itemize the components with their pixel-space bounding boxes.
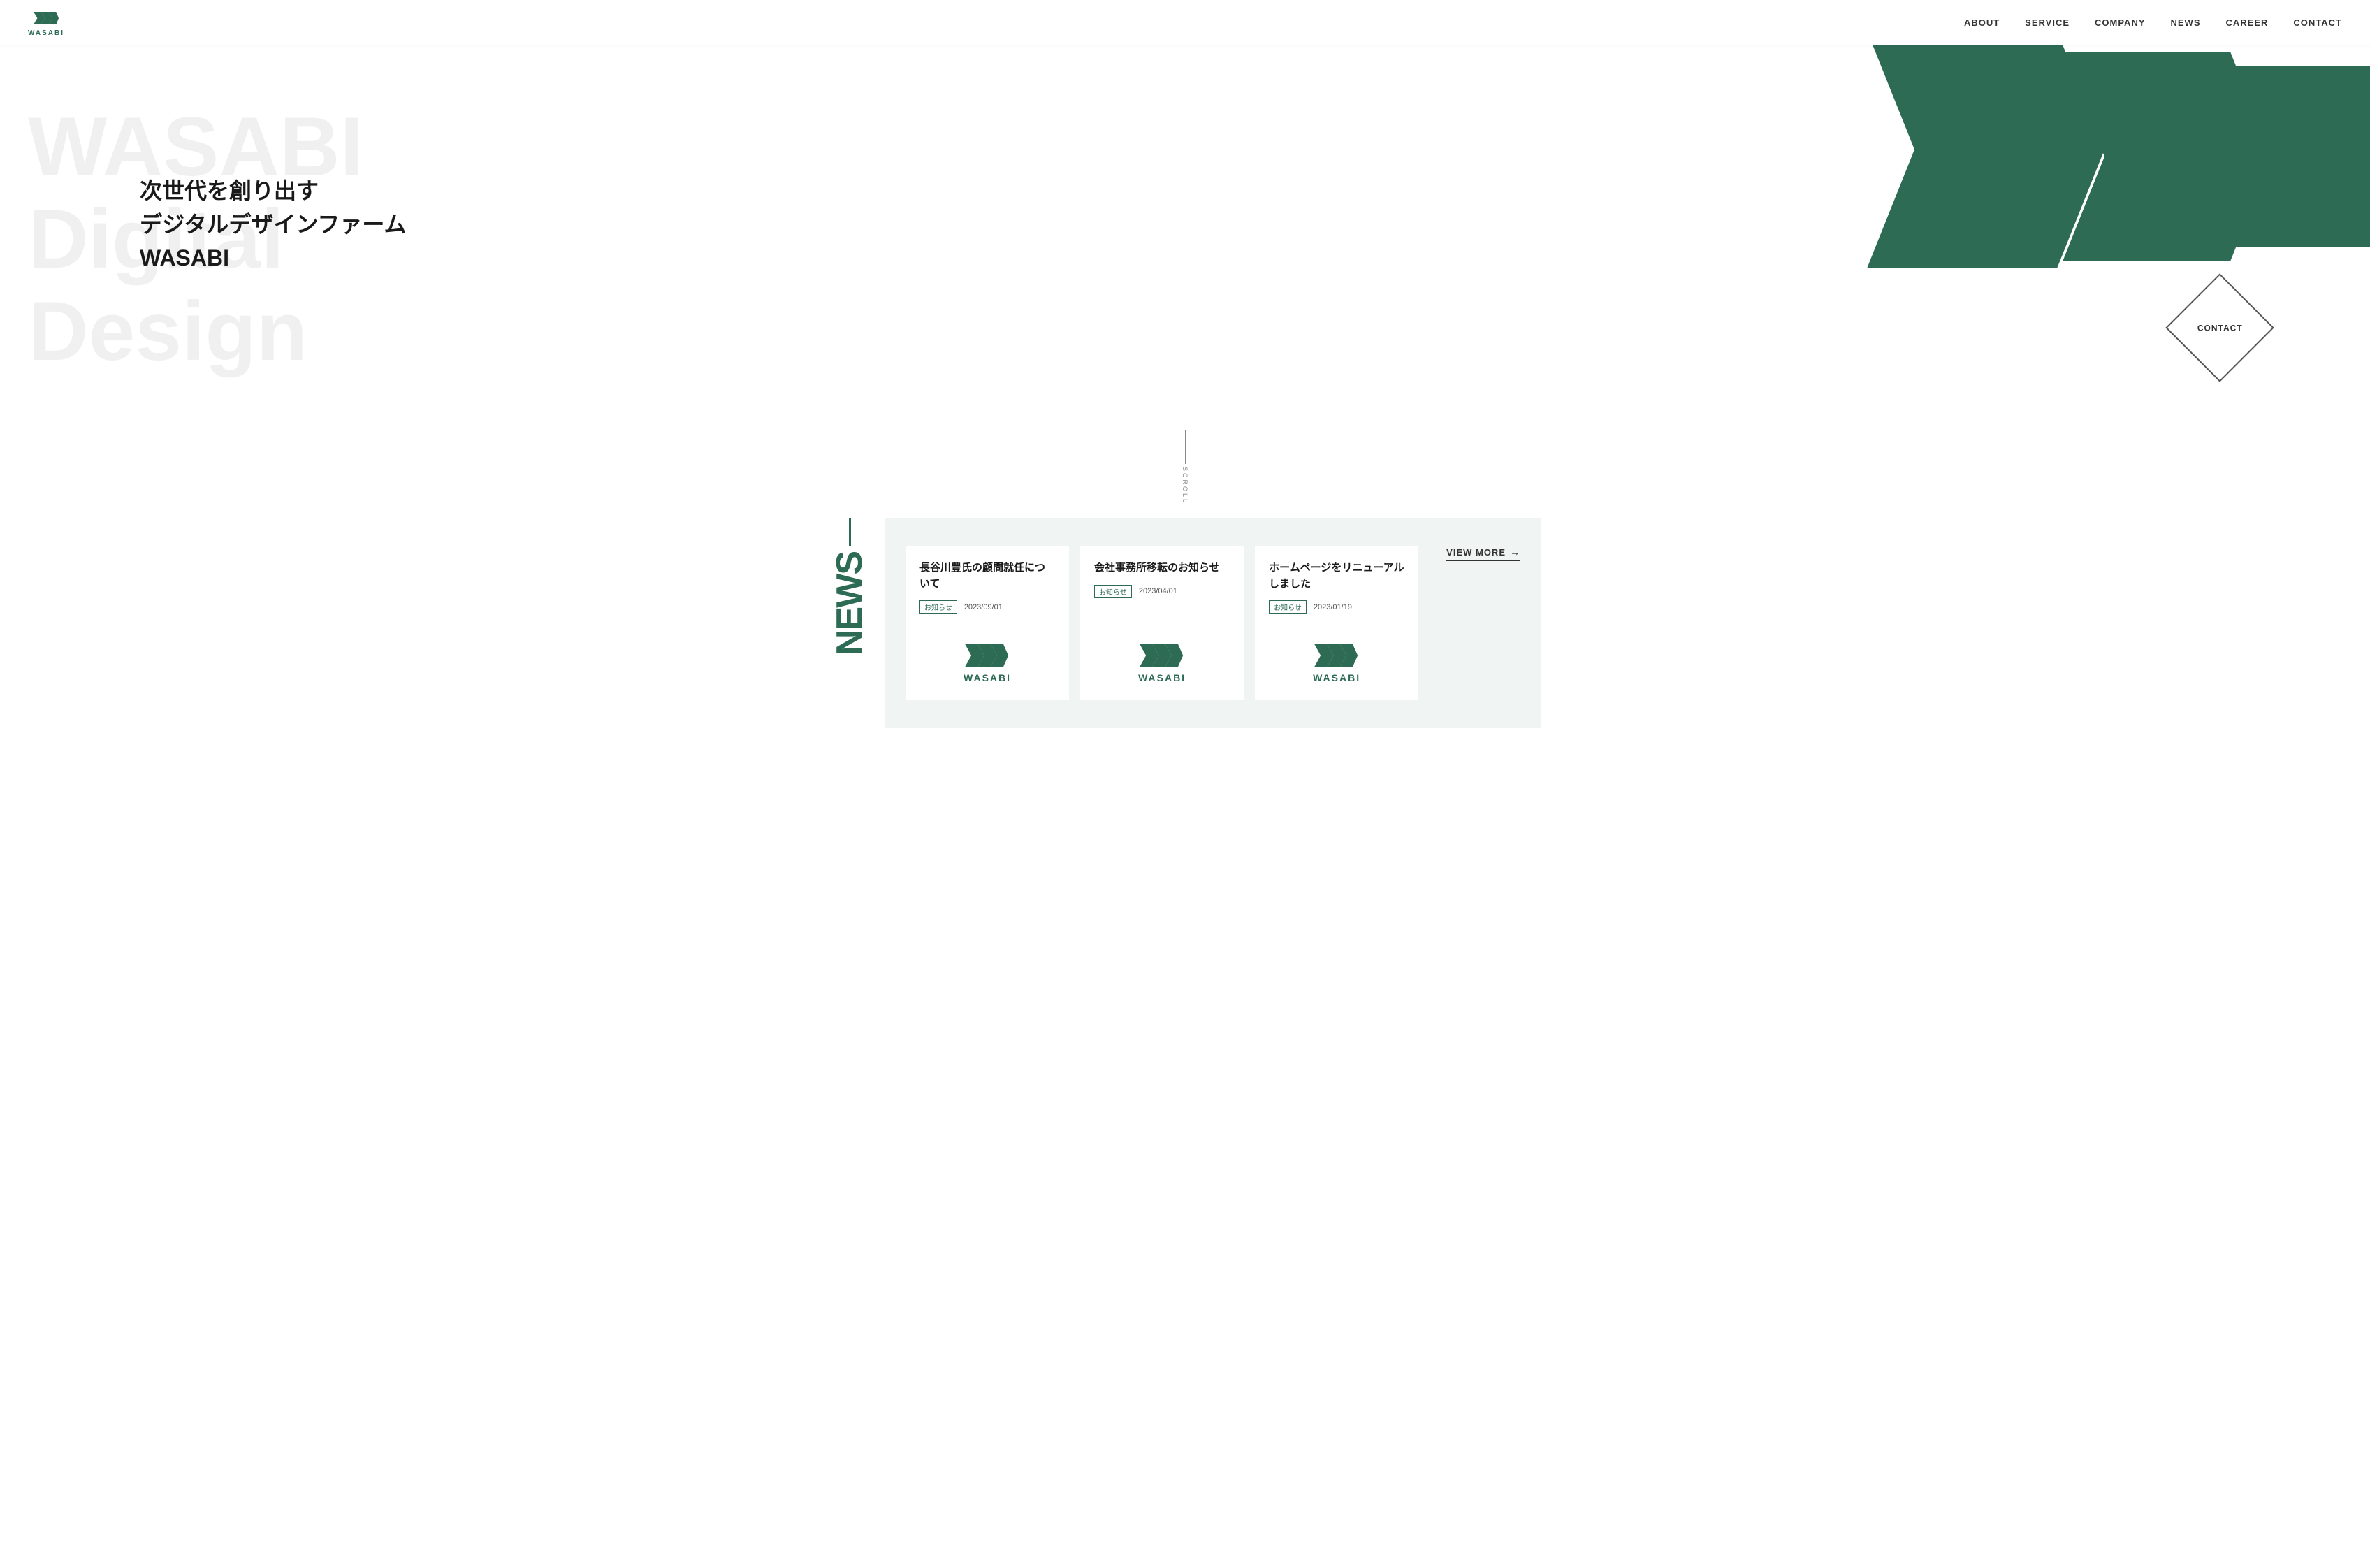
news-card-2-title: 会社事務所移転のお知らせ bbox=[1094, 560, 1230, 576]
news-card-2-date: 2023/04/01 bbox=[1139, 587, 1177, 595]
news-wrapper: NEWS 長谷川豊氏の顧問就任について お知らせ 2023/09/01 bbox=[801, 518, 1569, 728]
news-card-3-meta: お知らせ 2023/01/19 bbox=[1269, 600, 1404, 614]
news-content-area: 長谷川豊氏の顧問就任について お知らせ 2023/09/01 WASABI bbox=[885, 518, 1541, 728]
scroll-text: SCROLL bbox=[1182, 467, 1188, 504]
news-card-3-logo: WASABI bbox=[1269, 627, 1404, 686]
news-card-3-date: 2023/01/19 bbox=[1314, 603, 1352, 611]
news-card-1-meta: お知らせ 2023/09/01 bbox=[919, 600, 1055, 614]
view-more-column: VIEW MORE → bbox=[1432, 546, 1520, 561]
news-card-2-logo: WASABI bbox=[1094, 627, 1230, 686]
view-more-link[interactable]: VIEW MORE → bbox=[1446, 546, 1520, 561]
news-section: NEWS 長谷川豊氏の顧問就任について お知らせ 2023/09/01 bbox=[0, 518, 2370, 770]
view-more-arrow-icon: → bbox=[1510, 546, 1520, 558]
news-card-2[interactable]: 会社事務所移転のお知らせ お知らせ 2023/04/01 WASABI bbox=[1080, 546, 1244, 700]
news-card-2-tag: お知らせ bbox=[1094, 585, 1132, 598]
news-card-3[interactable]: ホームページをリニューアルしました お知らせ 2023/01/19 WASABI bbox=[1255, 546, 1418, 700]
logo-icon bbox=[34, 8, 59, 28]
hero-headline: 次世代を創り出す デジタルデザインファーム WASABI bbox=[140, 174, 406, 275]
news-card-3-tag: お知らせ bbox=[1269, 600, 1307, 614]
news-card-1-logo-text: WASABI bbox=[964, 672, 1011, 683]
nav-service[interactable]: SERVICE bbox=[2025, 17, 2070, 28]
view-more-label: VIEW MORE bbox=[1446, 547, 1506, 558]
news-card-2-logo-icon bbox=[1140, 639, 1184, 672]
news-section-label: NEWS bbox=[831, 552, 868, 655]
nav-news[interactable]: NEWS bbox=[2171, 17, 2201, 28]
scroll-line bbox=[1185, 430, 1186, 464]
news-card-1-logo-icon bbox=[965, 639, 1010, 672]
hero-shape-1 bbox=[1867, 45, 2104, 268]
scroll-indicator: SCROLL bbox=[1171, 430, 1199, 504]
news-card-1-tag: お知らせ bbox=[919, 600, 957, 614]
news-label-column: NEWS bbox=[829, 518, 885, 728]
logo-text: WASABI bbox=[28, 29, 64, 37]
contact-diamond-label: CONTACT bbox=[2197, 323, 2243, 333]
nav-contact[interactable]: CONTACT bbox=[2293, 17, 2342, 28]
header: WASABI ABOUT SERVICE COMPANY NEWS CAREER… bbox=[0, 0, 2370, 45]
main-nav: ABOUT SERVICE COMPANY NEWS CAREER CONTAC… bbox=[1964, 17, 2342, 28]
hero-shapes bbox=[1825, 45, 2370, 408]
news-card-2-logo-text: WASABI bbox=[1138, 672, 1186, 683]
news-card-2-meta: お知らせ 2023/04/01 bbox=[1094, 585, 1230, 598]
hero-copy: 次世代を創り出す デジタルデザインファーム WASABI bbox=[140, 174, 406, 275]
news-border-accent bbox=[849, 518, 851, 546]
news-cards-container: 長谷川豊氏の顧問就任について お知らせ 2023/09/01 WASABI bbox=[906, 546, 1418, 700]
news-card-1-date: 2023/09/01 bbox=[964, 603, 1003, 611]
news-card-3-logo-icon bbox=[1314, 639, 1359, 672]
news-card-3-title: ホームページをリニューアルしました bbox=[1269, 560, 1404, 592]
nav-company[interactable]: COMPANY bbox=[2095, 17, 2145, 28]
news-card-1-logo: WASABI bbox=[919, 627, 1055, 686]
news-card-3-logo-text: WASABI bbox=[1313, 672, 1360, 683]
news-card-1-title: 長谷川豊氏の顧問就任について bbox=[919, 560, 1055, 592]
nav-career[interactable]: CAREER bbox=[2226, 17, 2269, 28]
hero-section: WASABI Digital Design 次世代を創り出す デジタルデザインフ… bbox=[0, 45, 2370, 408]
logo[interactable]: WASABI bbox=[28, 8, 64, 37]
nav-about[interactable]: ABOUT bbox=[1964, 17, 2000, 28]
news-card-1[interactable]: 長谷川豊氏の顧問就任について お知らせ 2023/09/01 WASABI bbox=[906, 546, 1069, 700]
